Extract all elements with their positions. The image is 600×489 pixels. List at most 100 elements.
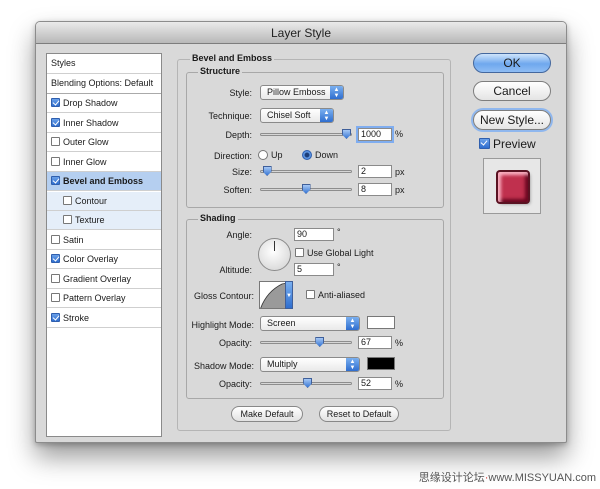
style-label: Style: — [229, 88, 252, 98]
style-item-satin[interactable]: Satin — [47, 231, 161, 250]
style-item-label: Drop Shadow — [63, 98, 118, 108]
technique-label: Technique: — [208, 111, 252, 121]
style-item-checkbox[interactable] — [51, 293, 60, 302]
style-item-drop-shadow[interactable]: Drop Shadow — [47, 94, 161, 113]
style-item-checkbox[interactable] — [51, 234, 60, 244]
style-item-label: Color Overlay — [63, 254, 119, 264]
style-item-label: Stroke — [63, 312, 90, 323]
depth-input[interactable]: 1000 — [356, 126, 394, 143]
style-item-pattern-overlay[interactable]: Pattern Overlay — [47, 289, 161, 308]
ok-button[interactable]: OK — [473, 53, 551, 73]
style-popup[interactable]: Pillow Emboss ▲ ▼ — [260, 85, 344, 100]
style-item-outer-glow[interactable]: Outer Glow — [47, 133, 161, 152]
styles-list: Styles Blending Options: Default Drop Sh… — [46, 53, 162, 437]
blending-options-item[interactable]: Blending Options: Default — [47, 74, 161, 94]
highlight-color-swatch[interactable] — [367, 316, 395, 329]
style-item-bevel-and-emboss[interactable]: Bevel and Emboss — [47, 172, 161, 191]
style-item-contour[interactable]: Contour — [47, 191, 161, 211]
shading-title: Shading — [198, 213, 238, 223]
highlight-opacity-unit: % — [395, 338, 404, 348]
style-item-label: Bevel and Emboss — [63, 176, 144, 186]
style-popup-value: Pillow Emboss — [267, 87, 326, 97]
style-item-label: Pattern Overlay — [63, 293, 126, 303]
shadow-mode-popup[interactable]: Multiply ▲ ▼ — [260, 357, 360, 372]
style-item-gradient-overlay[interactable]: Gradient Overlay — [47, 270, 161, 289]
style-item-label: Texture — [75, 215, 105, 225]
soften-label: Soften: — [223, 185, 252, 195]
style-item-label: Contour — [75, 195, 108, 206]
gloss-contour-label: Gloss Contour: — [193, 291, 254, 301]
angle-input[interactable]: 90 — [294, 228, 334, 241]
altitude-input[interactable]: 5 — [294, 263, 334, 276]
size-unit: px — [395, 167, 405, 177]
preview-checkbox[interactable] — [479, 138, 490, 149]
style-item-checkbox[interactable] — [51, 312, 60, 322]
depth-slider[interactable] — [260, 129, 352, 139]
gloss-contour-dropdown[interactable]: ▼ — [285, 281, 293, 309]
watermark-right: www.MISSYUAN.com — [488, 472, 596, 484]
style-item-color-overlay[interactable]: Color Overlay — [47, 250, 161, 269]
style-item-label: Gradient Overlay — [63, 273, 132, 284]
style-item-stroke[interactable]: Stroke — [47, 309, 161, 328]
new-style-button[interactable]: New Style... — [473, 110, 551, 130]
watermark-left: 思缘设计论坛 — [418, 472, 485, 484]
highlight-mode-popup[interactable]: Screen ▲ ▼ — [260, 316, 360, 331]
style-item-checkbox[interactable] — [63, 215, 72, 224]
style-item-checkbox[interactable] — [51, 98, 60, 107]
global-light-text: Use Global Light — [307, 248, 374, 258]
direction-up-option[interactable]: Up — [258, 150, 283, 160]
shadow-opacity-input[interactable]: 52 — [358, 377, 392, 390]
reset-default-button[interactable]: Reset to Default — [319, 406, 399, 422]
shadow-mode-value: Multiply — [267, 359, 298, 369]
popup-arrows-icon: ▲ ▼ — [346, 358, 359, 371]
preview-swatch — [498, 172, 528, 202]
structure-title: Structure — [198, 66, 243, 76]
style-item-checkbox[interactable] — [51, 273, 60, 283]
style-item-texture[interactable]: Texture — [47, 211, 161, 230]
shadow-mode-label: Shadow Mode: — [193, 361, 254, 371]
size-input[interactable]: 2 — [358, 165, 392, 178]
style-item-checkbox[interactable] — [63, 195, 72, 205]
direction-up-radio[interactable] — [258, 150, 268, 160]
direction-down-radio[interactable] — [302, 150, 312, 160]
direction-down-text: Down — [315, 150, 339, 160]
soften-slider[interactable] — [260, 184, 352, 194]
angle-indicator — [274, 241, 275, 251]
altitude-label: Altitude: — [219, 265, 252, 275]
soften-input[interactable]: 8 — [358, 183, 392, 196]
size-slider[interactable] — [260, 166, 352, 176]
style-item-checkbox[interactable] — [51, 137, 60, 146]
style-item-inner-glow[interactable]: Inner Glow — [47, 153, 161, 172]
preview-option[interactable]: Preview — [479, 137, 536, 151]
cancel-button[interactable]: Cancel — [473, 81, 551, 101]
bevel-emboss-title: Bevel and Emboss — [190, 53, 275, 63]
style-item-label: Inner Glow — [63, 156, 107, 167]
shadow-opacity-slider[interactable] — [260, 378, 352, 388]
styles-header[interactable]: Styles — [47, 54, 161, 74]
technique-popup[interactable]: Chisel Soft ▲ ▼ — [260, 108, 334, 123]
highlight-mode-value: Screen — [267, 318, 296, 328]
style-item-label: Inner Shadow — [63, 117, 119, 128]
highlight-mode-label: Highlight Mode: — [191, 320, 254, 330]
style-item-label: Satin — [63, 234, 84, 245]
style-item-checkbox[interactable] — [51, 254, 60, 263]
depth-unit: % — [395, 129, 404, 139]
anti-aliased-option[interactable]: Anti-aliased — [306, 290, 365, 300]
angle-dial[interactable] — [258, 238, 291, 271]
anti-aliased-text: Anti-aliased — [318, 290, 366, 300]
highlight-opacity-slider[interactable] — [260, 337, 352, 347]
style-item-checkbox[interactable] — [51, 156, 60, 166]
direction-down-option[interactable]: Down — [302, 150, 338, 160]
shadow-color-swatch[interactable] — [367, 357, 395, 370]
highlight-opacity-input[interactable]: 67 — [358, 336, 392, 349]
style-item-checkbox[interactable] — [51, 176, 60, 185]
global-light-option[interactable]: Use Global Light — [295, 248, 374, 258]
popup-arrows-icon: ▲ ▼ — [320, 109, 333, 122]
anti-aliased-checkbox[interactable] — [306, 290, 315, 299]
make-default-button[interactable]: Make Default — [231, 406, 303, 422]
style-item-inner-shadow[interactable]: Inner Shadow — [47, 114, 161, 133]
global-light-checkbox[interactable] — [295, 248, 304, 257]
shadow-opacity-unit: % — [395, 379, 404, 389]
altitude-unit: ° — [337, 262, 341, 272]
style-item-checkbox[interactable] — [51, 117, 60, 127]
